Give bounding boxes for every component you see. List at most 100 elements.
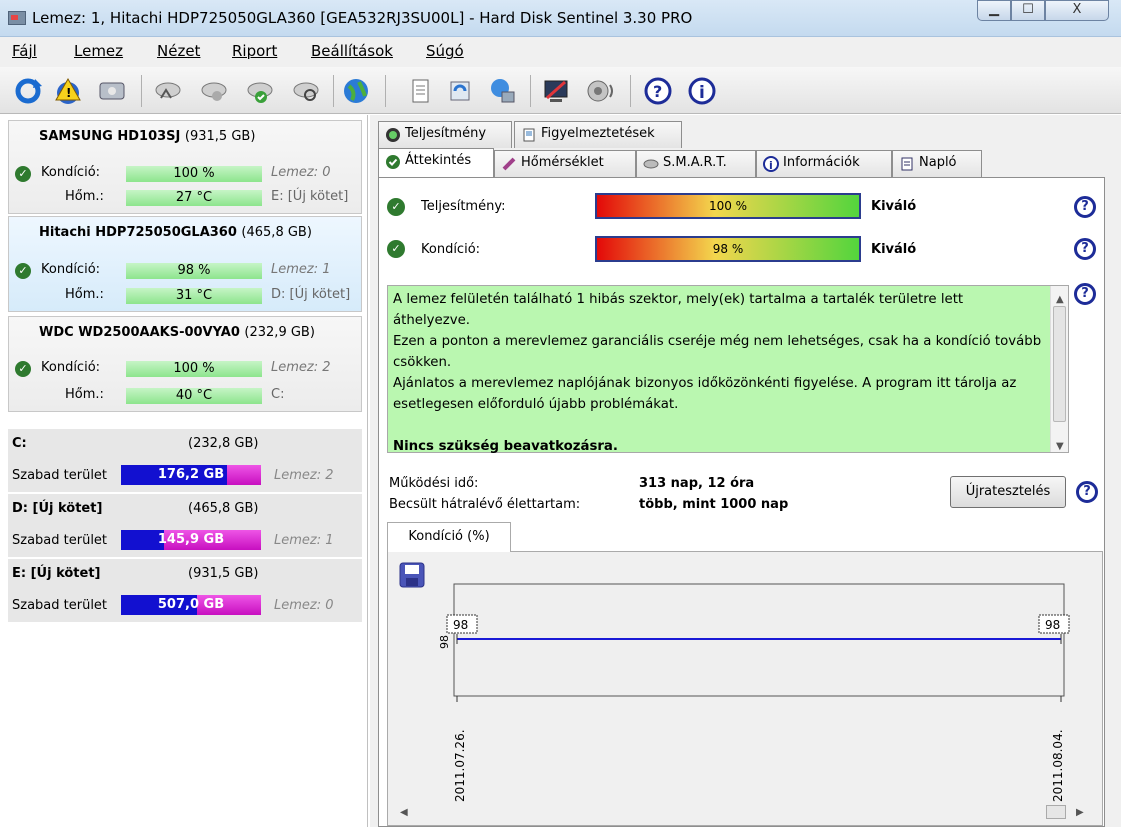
tab-label: Figyelmeztetések (541, 126, 655, 141)
performance-rating: Kiváló (871, 199, 917, 214)
volume-name: C: (271, 387, 285, 402)
data-label: 98 (453, 618, 468, 632)
help-icon[interactable]: ? (1076, 481, 1098, 503)
svg-text:?: ? (653, 82, 662, 101)
condition-row: ✓ Kondíció: 98 % Kiváló ? (387, 236, 1097, 262)
temperature-value: 27 °C (126, 190, 262, 206)
disk-size: (465,8 GB) (241, 225, 312, 240)
chart-scrollbar[interactable]: ◀ ▶ (396, 804, 1096, 822)
help-icon[interactable]: ? (642, 75, 674, 107)
message-scrollbar[interactable]: ▲ ▼ (1050, 286, 1068, 452)
disk-ok-icon[interactable] (244, 75, 276, 107)
scroll-left-icon[interactable]: ◀ (400, 807, 408, 818)
tab-overview[interactable]: Áttekintés (378, 148, 494, 178)
free-space-label: Szabad terület (12, 598, 108, 613)
tab-label: Hőmérséklet (521, 155, 604, 170)
condition-chart: 98 98 98 2011.07.26. 2011.08.04. ◀ ▶ (387, 551, 1103, 826)
help-icon[interactable]: ? (1074, 196, 1096, 218)
help-icon[interactable]: ? (1074, 238, 1096, 260)
x-tick-label: 2011.08.04. (1051, 729, 1065, 802)
tab-log[interactable]: Napló (892, 150, 982, 177)
performance-bar: 100 % (595, 193, 861, 219)
lifetime-label: Becsült hátralévő élettartam: (389, 497, 581, 512)
help-icon[interactable]: ? (1074, 283, 1096, 305)
temperature-value: 31 °C (126, 288, 262, 304)
disk-size: (232,9 GB) (244, 325, 315, 340)
volume-size: (465,8 GB) (188, 501, 259, 516)
disk-size: (931,5 GB) (184, 129, 256, 144)
globe-icon[interactable] (340, 75, 372, 107)
info-icon[interactable]: i (686, 75, 718, 107)
menu-file[interactable]: Fájl (12, 42, 37, 60)
disk-card-samsung[interactable]: SAMSUNG HD103SJ (931,5 GB) ✓ Kondíció: 1… (8, 120, 362, 214)
volume-d[interactable]: D: [Új kötet] (465,8 GB) Szabad terület … (8, 493, 362, 557)
warning-icon[interactable]: ! (52, 75, 84, 107)
volume-e[interactable]: E: [Új kötet] (931,5 GB) Szabad terület … (8, 558, 362, 622)
sync-icon[interactable] (444, 75, 476, 107)
scroll-down-icon[interactable]: ▼ (1056, 436, 1064, 457)
free-space-value: 507,0 GB (157, 597, 225, 612)
disk-index: Lemez: 0 (271, 165, 331, 180)
temperature-label: Hőm.: (65, 189, 104, 204)
volume-c[interactable]: C: (232,8 GB) Szabad terület 176,2 GB Le… (8, 428, 362, 492)
disk-list-panel: SAMSUNG HD103SJ (931,5 GB) ✓ Kondíció: 1… (0, 115, 368, 827)
tab-performance[interactable]: Teljesítmény (378, 121, 512, 148)
toolbar: ! ? i (0, 67, 1121, 114)
menu-disk[interactable]: Lemez (74, 42, 123, 60)
tab-smart[interactable]: S.M.A.R.T. (636, 150, 756, 177)
tab-label: Teljesítmény (405, 126, 487, 141)
network-icon[interactable] (486, 75, 518, 107)
menu-settings[interactable]: Beállítások (311, 42, 393, 60)
scroll-thumb[interactable] (1053, 306, 1066, 422)
drive-icon[interactable] (96, 75, 128, 107)
scroll-thumb[interactable] (1046, 805, 1066, 819)
performance-label: Teljesítmény: (421, 199, 506, 214)
tab-alerts[interactable]: Figyelmeztetések (514, 121, 682, 148)
log-icon (901, 157, 913, 171)
disk-card-wdc[interactable]: WDC WD2500AAKS-00VYA0 (232,9 GB) ✓ Kondí… (8, 316, 362, 412)
retest-button[interactable]: Újratesztelés (950, 476, 1066, 508)
disk-test-icon[interactable] (152, 75, 184, 107)
app-icon (8, 11, 26, 25)
monitor-icon[interactable] (540, 75, 572, 107)
overview-content: ✓ Teljesítmény: 100 % Kiváló ? ✓ Kondíci… (378, 177, 1105, 827)
scroll-right-icon[interactable]: ▶ (1076, 807, 1084, 818)
temperature-label: Hőm.: (65, 387, 104, 402)
condition-rating: Kiváló (871, 242, 917, 257)
volume-name: D: [Új kötet] (271, 287, 351, 302)
condition-bar: 98 % (595, 236, 861, 262)
disk-name: WDC WD2500AAKS-00VYA0 (39, 325, 240, 340)
minimize-button[interactable]: ▁ (977, 0, 1011, 21)
tab-information[interactable]: i Információk (756, 150, 892, 177)
tab-label: Áttekintés (405, 153, 472, 168)
free-space-bar: 176,2 GB (121, 465, 261, 485)
uptime-value: 313 nap, 12 óra (639, 476, 755, 491)
menu-report[interactable]: Riport (232, 42, 277, 60)
menu-bar: Fájl Lemez Nézet Riport Beállítások Súgó (0, 37, 1121, 67)
menu-view[interactable]: Nézet (157, 42, 200, 60)
volume-disk: Lemez: 1 (274, 533, 334, 548)
tab-condition-chart[interactable]: Kondíció (%) (387, 522, 511, 552)
volume-name: D: [Új kötet] (12, 501, 103, 516)
condition-label: Kondíció: (421, 242, 481, 257)
maximize-button[interactable]: ☐ (1011, 0, 1045, 21)
close-button[interactable]: X (1045, 0, 1109, 21)
report-icon[interactable] (404, 75, 436, 107)
check-icon: ✓ (15, 166, 31, 182)
temperature-value: 40 °C (126, 388, 262, 404)
volume-disk: Lemez: 0 (274, 598, 334, 613)
disk-card-hitachi[interactable]: Hitachi HDP725050GLA360 (465,8 GB) ✓ Kon… (8, 216, 362, 312)
sound-icon[interactable] (584, 75, 616, 107)
condition-label: Kondíció: (41, 262, 101, 277)
free-space-value: 145,9 GB (157, 532, 225, 547)
gauge-icon (386, 128, 400, 142)
refresh-icon[interactable] (12, 75, 44, 107)
volume-size: (931,5 GB) (188, 566, 259, 581)
thermometer-icon (502, 157, 516, 171)
disk-search-icon[interactable] (290, 75, 322, 107)
disk-surface-icon[interactable] (198, 75, 230, 107)
menu-help[interactable]: Súgó (426, 42, 464, 60)
free-space-bar: 145,9 GB (121, 530, 261, 550)
tab-temperature[interactable]: Hőmérséklet (494, 150, 636, 177)
chart-plot: 98 98982011.07.26. 2011.08.04. (438, 583, 1070, 802)
